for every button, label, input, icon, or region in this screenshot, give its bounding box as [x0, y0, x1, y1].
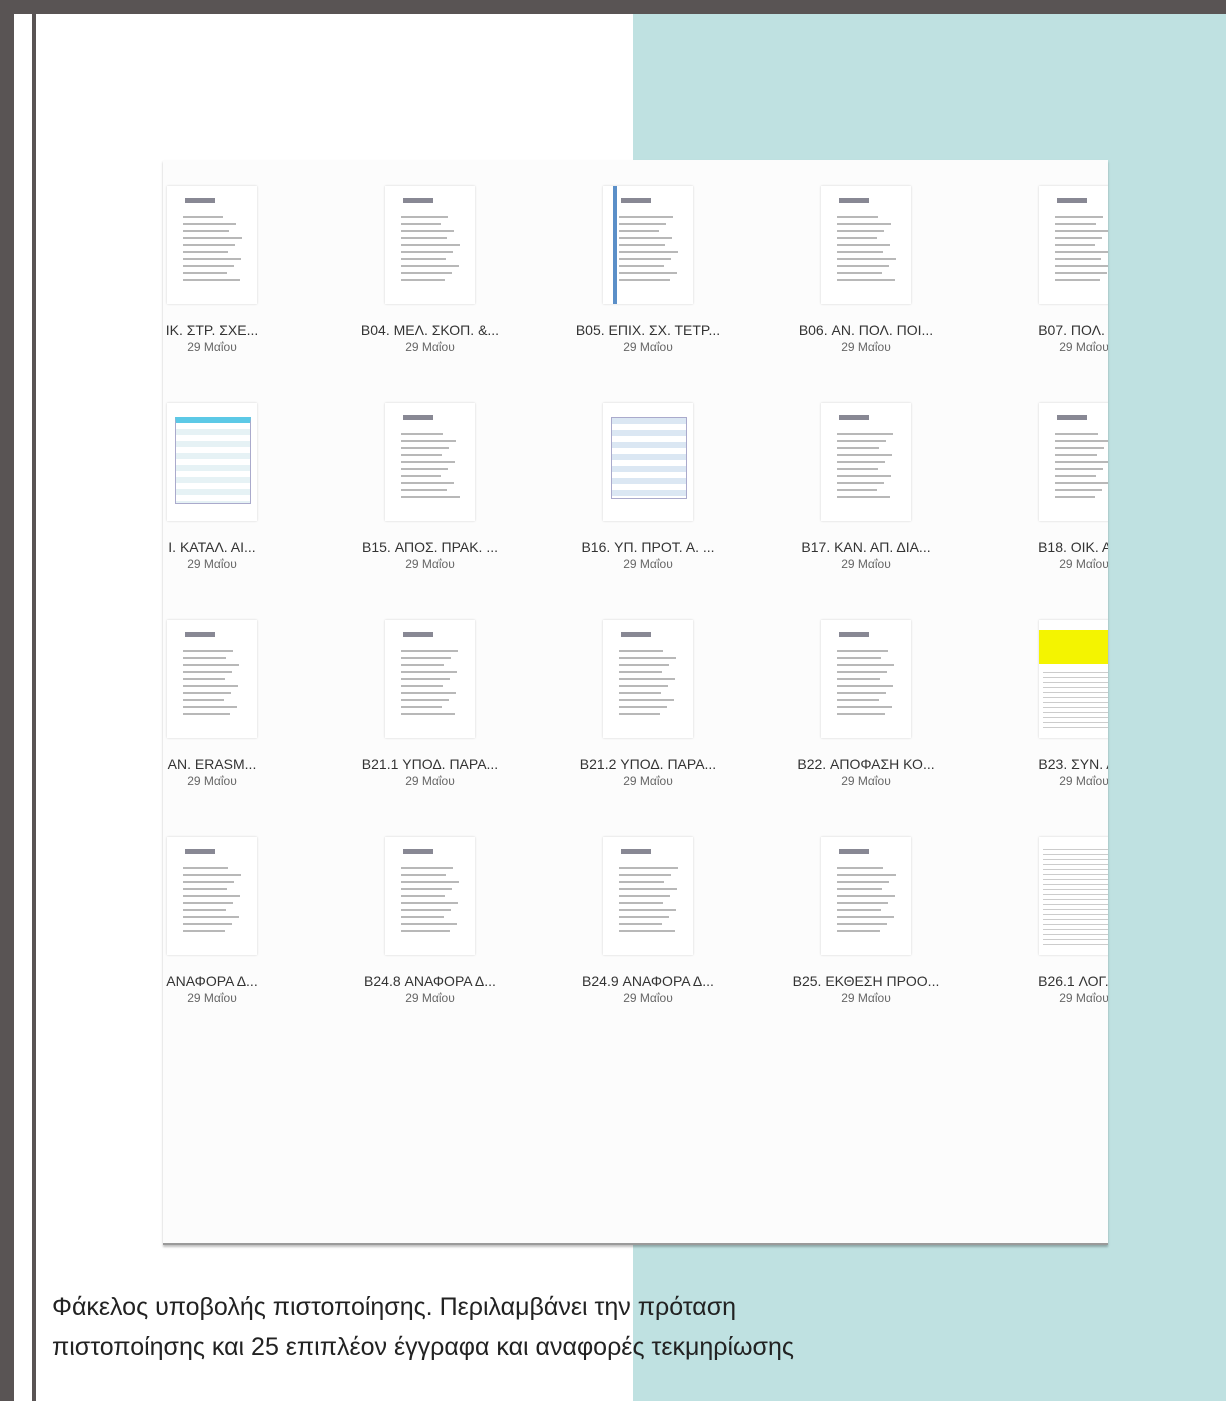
file-name: B24.8 ΑΝΑΦΟΡΑ Δ... [364, 973, 496, 989]
file-tile[interactable]: B16. ΥΠ. ΠΡΟΤ. Α. ... 29 Μαΐου [539, 403, 757, 620]
file-tile[interactable]: ΙΚ. ΣΤΡ. ΣΧΕ... 29 Μαΐου [163, 186, 321, 403]
file-date: 29 Μαΐου [623, 340, 673, 354]
file-date: 29 Μαΐου [1059, 774, 1108, 788]
file-tile[interactable]: B05. ΕΠΙΧ. ΣΧ. ΤΕΤΡ... 29 Μαΐου [539, 186, 757, 403]
file-date: 29 Μαΐου [841, 991, 891, 1005]
file-date: 29 Μαΐου [405, 557, 455, 571]
report-thumbnail-icon [821, 837, 911, 955]
file-date: 29 Μαΐου [405, 774, 455, 788]
file-name: B24.9 ΑΝΑΦΟΡΑ Δ... [582, 973, 714, 989]
frame-inner-border [32, 14, 36, 1401]
file-name: B18. ΟΙΚ. ΑΚΑ [1038, 539, 1108, 555]
file-date: 29 Μαΐου [623, 557, 673, 571]
document-thumbnail-icon [385, 837, 475, 955]
file-name: B23. ΣΥΝ. ΑΝ. [1038, 756, 1108, 772]
file-name: ΑΝ. ERASM... [167, 756, 257, 772]
caption-line-1: Φάκελος υποβολής πιστοποίησης. Περιλαμβά… [52, 1293, 737, 1321]
file-tile[interactable]: ΑΝ. ERASM... 29 Μαΐου [163, 620, 321, 837]
file-name: B05. ΕΠΙΧ. ΣΧ. ΤΕΤΡ... [575, 322, 721, 338]
file-name: B04. ΜΕΛ. ΣΚΟΠ. &... [360, 322, 500, 338]
document-thumbnail-icon [603, 186, 693, 304]
document-thumbnail-icon [603, 620, 693, 738]
file-date: 29 Μαΐου [187, 340, 237, 354]
file-name: B15. ΑΠΟΣ. ΠΡΑΚ. ... [362, 539, 498, 555]
file-date: 29 Μαΐου [841, 557, 891, 571]
file-date: 29 Μαΐου [1059, 557, 1108, 571]
file-tile[interactable]: B21.1 ΥΠΟΔ. ΠΑΡΑ... 29 Μαΐου [321, 620, 539, 837]
file-date: 29 Μαΐου [187, 991, 237, 1005]
file-tile[interactable]: B24.8 ΑΝΑΦΟΡΑ Δ... 29 Μαΐου [321, 837, 539, 1054]
file-tile[interactable]: ΑΝΑΦΟΡΑ Δ... 29 Μαΐου [163, 837, 321, 1054]
file-name: Ι. ΚΑΤΑΛ. ΑΙ... [168, 539, 256, 555]
file-name: B21.1 ΥΠΟΔ. ΠΑΡΑ... [361, 756, 499, 772]
document-thumbnail-icon [385, 620, 475, 738]
frame-left-border [0, 0, 14, 1401]
file-name: B07. ΠΟΛ. ΠΟ [1038, 322, 1108, 338]
document-thumbnail-icon [603, 837, 693, 955]
file-date: 29 Μαΐου [841, 774, 891, 788]
document-thumbnail-icon [821, 403, 911, 521]
file-date: 29 Μαΐου [841, 340, 891, 354]
file-tile[interactable]: B22. ΑΠΟΦΑΣΗ ΚΟ... 29 Μαΐου [757, 620, 975, 837]
file-name: B25. ΕΚΘΕΣΗ ΠΡΟΟ... [792, 973, 940, 989]
file-tile[interactable]: B24.9 ΑΝΑΦΟΡΑ Δ... 29 Μαΐου [539, 837, 757, 1054]
file-name: B16. ΥΠ. ΠΡΟΤ. Α. ... [581, 539, 715, 555]
file-date: 29 Μαΐου [623, 991, 673, 1005]
file-tile[interactable]: B17. ΚΑΝ. ΑΠ. ΔΙΑ... 29 Μαΐου [757, 403, 975, 620]
file-name: B17. ΚΑΝ. ΑΠ. ΔΙΑ... [801, 539, 931, 555]
file-date: 29 Μαΐου [1059, 340, 1108, 354]
document-thumbnail-icon [167, 186, 257, 304]
file-tile[interactable]: B06. ΑΝ. ΠΟΛ. ΠΟΙ... 29 Μαΐου [757, 186, 975, 403]
file-date: 29 Μαΐου [405, 340, 455, 354]
document-thumbnail-icon [167, 620, 257, 738]
file-tile[interactable]: Ι. ΚΑΤΑΛ. ΑΙ... 29 Μαΐου [163, 403, 321, 620]
file-name: B21.2 ΥΠΟΔ. ΠΑΡΑ... [579, 756, 717, 772]
slide-caption: Φάκελος υποβολής πιστοποίησης. Περιλαμβά… [52, 1287, 1226, 1367]
file-date: 29 Μαΐου [187, 557, 237, 571]
document-thumbnail-icon [1039, 186, 1108, 304]
file-name: B26.1 ΛΟΓ. ΥΛ [1038, 973, 1108, 989]
document-thumbnail-icon [385, 186, 475, 304]
file-grid: ΙΚ. ΣΤΡ. ΣΧΕ... 29 Μαΐου B04. ΜΕΛ. ΣΚΟΠ. &… [163, 186, 1108, 1054]
file-tile[interactable]: B04. ΜΕΛ. ΣΚΟΠ. &... 29 Μαΐου [321, 186, 539, 403]
file-tile[interactable]: B26.1 ΛΟΓ. ΥΛ 29 Μαΐου [975, 837, 1108, 1054]
document-thumbnail-icon [821, 186, 911, 304]
spreadsheet-thumbnail-icon [167, 403, 257, 521]
file-tile[interactable]: B21.2 ΥΠΟΔ. ΠΑΡΑ... 29 Μαΐου [539, 620, 757, 837]
file-tile[interactable]: B25. ΕΚΘΕΣΗ ΠΡΟΟ... 29 Μαΐου [757, 837, 975, 1054]
file-name: ΑΝΑΦΟΡΑ Δ... [166, 973, 258, 989]
file-date: 29 Μαΐου [405, 991, 455, 1005]
file-name: B22. ΑΠΟΦΑΣΗ ΚΟ... [797, 756, 935, 772]
file-date: 29 Μαΐου [623, 774, 673, 788]
file-name: B06. ΑΝ. ΠΟΛ. ΠΟΙ... [798, 322, 934, 338]
file-tile[interactable]: B18. ΟΙΚ. ΑΚΑ 29 Μαΐου [975, 403, 1108, 620]
file-name: ΙΚ. ΣΤΡ. ΣΧΕ... [165, 322, 259, 338]
caption-line-2: πιστοποίησης και 25 επιπλέον έγγραφα και… [52, 1333, 794, 1361]
file-tile[interactable]: B15. ΑΠΟΣ. ΠΡΑΚ. ... 29 Μαΐου [321, 403, 539, 620]
document-thumbnail-icon [821, 620, 911, 738]
spreadsheet-yellow-thumbnail-icon [1039, 620, 1108, 738]
table-thumbnail-icon [603, 403, 693, 521]
file-date: 29 Μαΐου [1059, 991, 1108, 1005]
document-thumbnail-icon [385, 403, 475, 521]
file-tile[interactable]: B07. ΠΟΛ. ΠΟ 29 Μαΐου [975, 186, 1108, 403]
file-tile[interactable]: B23. ΣΥΝ. ΑΝ. 29 Μαΐου [975, 620, 1108, 837]
document-thumbnail-icon [167, 837, 257, 955]
frame-top-border [0, 0, 1226, 14]
file-date: 29 Μαΐου [187, 774, 237, 788]
spreadsheet-thumbnail-icon [1039, 837, 1108, 955]
document-thumbnail-icon [1039, 403, 1108, 521]
file-browser-screenshot: ΙΚ. ΣΤΡ. ΣΧΕ... 29 Μαΐου B04. ΜΕΛ. ΣΚΟΠ. &… [163, 160, 1108, 1245]
